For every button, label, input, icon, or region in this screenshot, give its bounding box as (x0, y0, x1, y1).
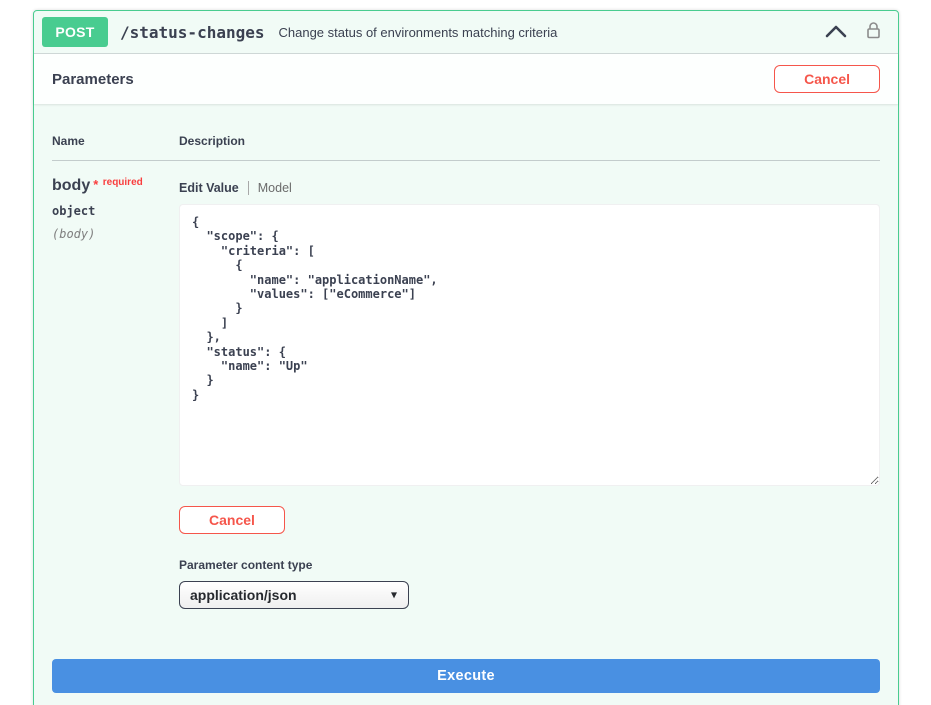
authorize-lock-button[interactable] (863, 19, 884, 45)
parameters-section-header: Parameters Cancel (34, 54, 898, 104)
execute-button[interactable]: Execute (52, 659, 880, 693)
content-type-select[interactable]: application/json (179, 581, 409, 609)
chevron-up-icon (825, 24, 847, 41)
param-in: (body) (52, 227, 179, 241)
param-name-cell: body* required object (body) (52, 177, 179, 609)
method-badge: POST (42, 17, 108, 47)
cancel-edit-button[interactable]: Cancel (179, 506, 285, 534)
table-row: body* required object (body) Edit Value … (52, 161, 880, 609)
execute-wrapper: Execute (34, 629, 898, 705)
col-header-description: Description (179, 134, 880, 148)
parameters-table: Name Description body* required object (… (34, 104, 898, 629)
param-name: body (52, 177, 90, 194)
opblock-post-status-changes: POST /status-changes Change status of en… (33, 10, 899, 705)
parameters-table-header: Name Description (52, 134, 880, 161)
endpoint-summary: Change status of environments matching c… (279, 25, 558, 40)
col-header-name: Name (52, 134, 179, 148)
body-value-textarea[interactable]: { "scope": { "criteria": [ { "name": "ap… (179, 204, 880, 486)
param-type: object (52, 204, 179, 218)
tab-edit-value[interactable]: Edit Value (179, 181, 248, 195)
param-description-cell: Edit Value Model { "scope": { "criteria"… (179, 177, 880, 609)
lock-icon (865, 21, 882, 43)
collapse-button[interactable] (823, 22, 849, 43)
cancel-operation-button[interactable]: Cancel (774, 65, 880, 93)
content-type-label: Parameter content type (179, 558, 880, 572)
editor-tabs: Edit Value Model (179, 181, 880, 195)
endpoint-path: /status-changes (120, 23, 265, 42)
opblock-summary[interactable]: POST /status-changes Change status of en… (34, 11, 898, 54)
content-type-select-wrap: application/json ▾ (179, 581, 409, 609)
tab-model[interactable]: Model (249, 181, 292, 195)
parameters-title: Parameters (52, 71, 134, 88)
required-marker: * required (93, 177, 143, 194)
